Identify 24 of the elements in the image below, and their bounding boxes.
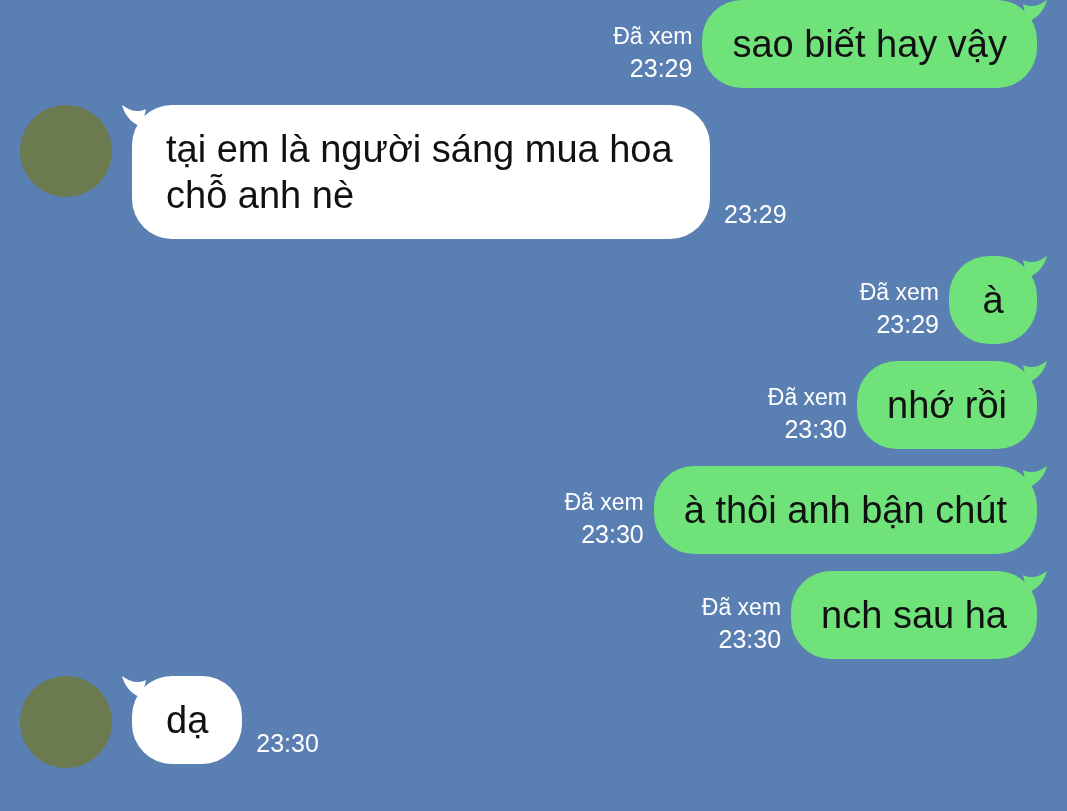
message-time: 23:30 — [581, 518, 644, 550]
message-bubble: à — [949, 256, 1037, 344]
message-bubble: sao biết hay vậy — [702, 0, 1037, 88]
bubble-tail — [1023, 571, 1047, 593]
read-receipt: Đã xem — [859, 277, 939, 307]
bubble-tail — [1023, 466, 1047, 488]
message-time: 23:29 — [724, 198, 787, 230]
read-receipt: Đã xem — [564, 487, 644, 517]
message-bubble: dạ — [132, 676, 243, 764]
message-time: 23:30 — [784, 413, 847, 445]
message-time: 23:30 — [256, 727, 319, 759]
message-bubble: nhớ rồi — [857, 361, 1037, 449]
message-bubble: nch sau ha — [791, 571, 1037, 659]
message-time: 23:30 — [718, 623, 782, 655]
read-receipt: Đã xem — [701, 592, 782, 622]
message-time: 23:29 — [876, 308, 939, 340]
bubble-tail — [1023, 361, 1047, 383]
read-receipt: Đã xem — [613, 21, 693, 51]
message-bubble: tại em là người sáng mua hoa chỗ anh nè — [132, 105, 710, 239]
read-receipt: Đã xem — [767, 382, 847, 412]
message-bubble: à thôi anh bận chút — [653, 466, 1037, 554]
message-time: 23:29 — [629, 52, 693, 84]
bubble-tail — [1023, 256, 1047, 278]
bubble-tail — [1023, 0, 1047, 22]
